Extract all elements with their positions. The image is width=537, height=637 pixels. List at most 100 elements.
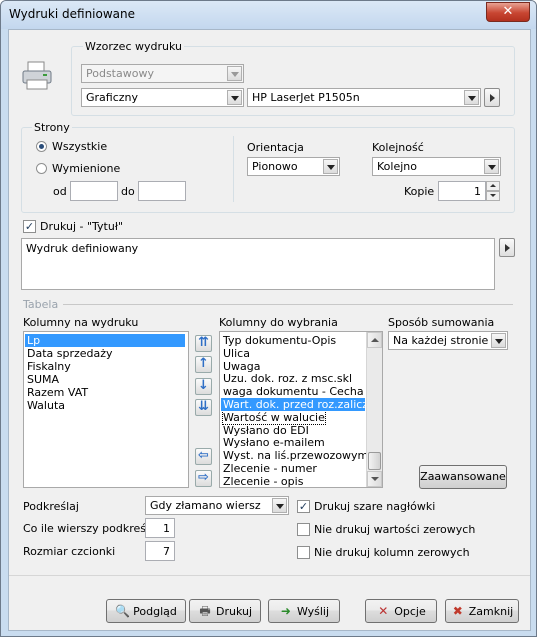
list-item[interactable]: Zlecenie - numer (223, 462, 317, 475)
move-left-icon[interactable]: ⇦ (195, 448, 212, 465)
printer-settings-button[interactable] (484, 88, 500, 107)
no-zero-columns-checkbox[interactable] (297, 546, 310, 559)
template-select: Podstawowy (81, 64, 244, 83)
list-item[interactable]: Uzu. dok. roz. z msc.skl (223, 372, 352, 385)
send-icon: ➜ (280, 604, 291, 618)
options-button[interactable]: ✕ Opcje (365, 599, 437, 623)
no-zero-columns-label: Nie drukuj kolumn zerowych (314, 546, 470, 559)
move-up-icon[interactable]: ↑ (195, 356, 212, 373)
print-mode-select[interactable]: Graficzny (81, 88, 244, 107)
send-button[interactable]: ➜ Wyślij (268, 599, 340, 623)
to-page-input[interactable] (138, 181, 186, 201)
list-item[interactable]: Typ dokumentu-Opis (223, 334, 336, 347)
list-item[interactable]: Data sprzedaży (27, 347, 113, 360)
underline-label: Podkreślaj (23, 500, 79, 513)
font-size-input[interactable]: 7 (145, 541, 175, 561)
chevron-down-icon[interactable] (227, 90, 242, 105)
list-item[interactable]: Wyst. na liś.przewozowym (223, 449, 368, 462)
close-button[interactable]: ✖ Zamknij (445, 599, 519, 623)
bottom-separator (9, 575, 530, 576)
from-page-input[interactable] (70, 181, 118, 201)
summing-select[interactable]: Na każdej stronie (388, 331, 508, 350)
move-top-icon[interactable]: ⇈ (195, 335, 212, 352)
title-textarea[interactable]: Wydruk definiowany (21, 238, 495, 290)
gray-headers-checkbox[interactable]: ✓ (297, 500, 310, 513)
close-icon: ✖ (452, 604, 463, 618)
every-rows-input[interactable]: 1 (145, 518, 175, 538)
title-bar[interactable]: Wydruki definiowane ✕ (1, 1, 536, 29)
copies-input[interactable]: 1 (438, 181, 486, 201)
order-label: Kolejność (372, 141, 424, 154)
spin-up-icon[interactable] (486, 181, 500, 191)
list-item[interactable]: Uwaga (223, 360, 261, 373)
list-item[interactable]: Wart. dok. przed roz.zaliczką (221, 398, 381, 411)
orientation-label: Orientacja (247, 141, 304, 154)
chevron-down-icon[interactable] (272, 498, 287, 513)
list-item[interactable]: Wartość w walucie (222, 409, 326, 425)
chevron-down-icon[interactable] (323, 159, 338, 174)
title-options-button[interactable] (499, 238, 515, 257)
advanced-button[interactable]: Zaawansowane (419, 465, 507, 489)
move-down-icon[interactable]: ↓ (195, 378, 212, 395)
list-item[interactable]: Wysłano do EDI (223, 424, 309, 437)
window-title: Wydruki definiowane (9, 7, 136, 21)
chevron-down-icon (227, 66, 242, 81)
underline-select[interactable]: Gdy złamano wiersz (145, 496, 289, 515)
columns-print-label: Kolumny na wydruku (23, 316, 139, 329)
pattern-legend: Wzorzec wydruku (83, 40, 184, 53)
magnifier-icon: 🔍 (115, 604, 131, 618)
chevron-down-icon[interactable] (491, 333, 506, 348)
print-icon: 🖶 (199, 604, 211, 618)
move-bottom-icon[interactable]: ⇊ (195, 399, 212, 416)
spin-down-icon[interactable] (486, 191, 500, 201)
scroll-thumb[interactable] (368, 452, 381, 470)
summing-label: Sposób sumowania (388, 316, 495, 329)
list-item[interactable]: Razem VAT (27, 386, 88, 399)
columns-available-label: Kolumny do wybrania (219, 316, 338, 329)
font-size-label: Rozmiar czcionki (23, 545, 116, 558)
columns-print-list[interactable]: Lp Data sprzedaży Fiskalny SUMA Razem VAT Wal… (23, 331, 189, 488)
pages-legend: Strony (32, 121, 72, 134)
no-zero-values-checkbox[interactable] (297, 523, 310, 536)
gray-headers-label: Drukuj szare nagłówki (314, 500, 436, 513)
list-item[interactable]: waga dokumentu - Cecha (223, 385, 364, 398)
list-item[interactable]: Zlecenie - opis (223, 475, 303, 487)
radio-selected-pages[interactable] (36, 163, 47, 174)
scroll-down-icon[interactable] (367, 471, 382, 487)
orientation-select[interactable]: Pionowo (247, 157, 340, 176)
list-item[interactable]: SUMA (27, 373, 59, 386)
selected-pages-label: Wymienione (52, 162, 121, 175)
preview-button[interactable]: 🔍 Podgląd (106, 599, 186, 623)
all-pages-label: Wszystkie (52, 140, 108, 153)
list-item[interactable]: Wysłano e-mailem (223, 436, 325, 449)
order-select[interactable]: Kolejno (372, 157, 501, 176)
from-label: od (53, 185, 67, 198)
copies-spinner[interactable] (486, 181, 500, 201)
tools-icon: ✕ (378, 604, 389, 618)
window-close-button[interactable]: ✕ (486, 2, 530, 22)
chevron-down-icon[interactable] (484, 159, 499, 174)
move-right-icon[interactable]: ⇨ (195, 470, 212, 487)
print-title-checkbox[interactable]: ✓ (23, 220, 36, 233)
radio-all-pages[interactable] (36, 141, 47, 152)
columns-available-scrollbar[interactable] (366, 332, 382, 487)
dialog-window: Wydruki definiowane ✕ Wzorzec wydruku Po… (0, 0, 537, 637)
list-item[interactable]: Lp (25, 334, 185, 347)
list-item[interactable]: Waluta (27, 399, 65, 412)
no-zero-values-label: Nie drukuj wartości zerowych (314, 523, 476, 536)
list-item[interactable]: Fiskalny (27, 360, 71, 373)
dialog-client-area: Wzorzec wydruku Podstawowy Graficzny HP … (8, 29, 531, 631)
chevron-down-icon[interactable] (464, 90, 479, 105)
print-button[interactable]: 🖶 Drukuj (189, 599, 261, 623)
list-item[interactable]: Ulica (223, 347, 250, 360)
every-rows-label: Co ile wierszy podkreślać (23, 522, 162, 535)
pages-divider (233, 136, 234, 202)
table-separator (63, 304, 513, 305)
scroll-up-icon[interactable] (367, 332, 382, 348)
print-title-label: Drukuj - "Tytuł" (40, 220, 124, 233)
table-legend: Tabela (23, 298, 59, 311)
columns-available-list[interactable]: Zlecenie - opis Zlecenie - numer Wyst. na … (219, 331, 383, 488)
copies-label: Kopie (404, 185, 435, 198)
printer-select[interactable]: HP LaserJet P1505n (247, 88, 481, 107)
to-label: do (121, 185, 135, 198)
